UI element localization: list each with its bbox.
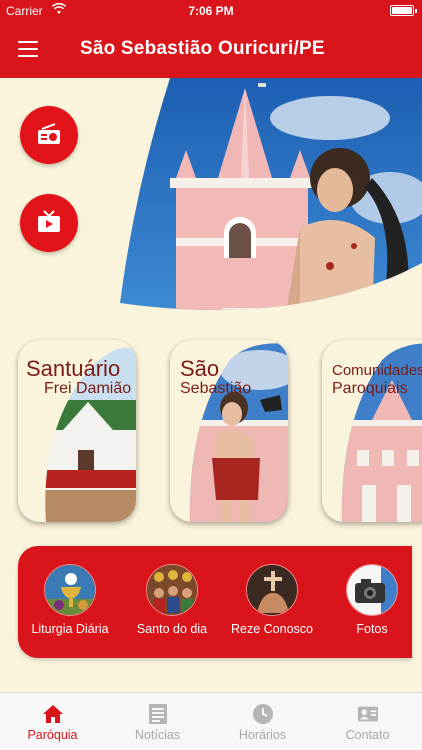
camera-icon: [346, 564, 398, 616]
quick-item-reze-conosco[interactable]: Reze Conosco: [224, 546, 320, 658]
quick-item-label: Reze Conosco: [231, 622, 313, 636]
page-title: São Sebastião Ouricuri/PE: [80, 38, 325, 59]
tv-button[interactable]: [20, 194, 78, 252]
navigation-bar: São Sebastião Ouricuri/PE: [0, 22, 422, 78]
tab-label: Contato: [345, 728, 390, 742]
card-title-line1: Comunidades: [332, 362, 422, 379]
card-title-line2: Paroquiais: [332, 380, 408, 397]
card-title-line2: Frei Damião: [44, 380, 132, 397]
card-comunidades-paroquiais[interactable]: Comunidades Paroquiais: [322, 340, 422, 522]
quick-item-santo-do-dia[interactable]: Santo do dia: [124, 546, 220, 658]
card-title-line2: Sebastião: [180, 380, 252, 397]
hero-banner: [0, 78, 422, 320]
tab-paroquia[interactable]: Paróquia: [0, 693, 105, 750]
quick-item-fotos[interactable]: Fotos: [324, 546, 420, 658]
home-icon: [43, 705, 63, 723]
clock-icon: [253, 704, 273, 724]
hamburger-menu-icon[interactable]: [18, 41, 38, 57]
praying-hands-icon: [246, 564, 298, 616]
quick-item-label: Liturgia Diária: [31, 622, 109, 636]
saints-icon: [146, 564, 198, 616]
tab-bar: Paróquia Notícias Horários Contato: [0, 692, 422, 750]
tab-label: Paróquia: [27, 728, 78, 742]
tab-contato[interactable]: Contato: [315, 693, 420, 750]
quick-access-bar: Liturgia Diária Santo do dia Reze Conosc…: [18, 546, 412, 658]
tab-label: Horários: [238, 728, 287, 742]
tv-icon: [38, 210, 60, 232]
tab-noticias[interactable]: Notícias: [105, 693, 210, 750]
card-santuario-frei-damiao[interactable]: Santuário Frei Damião: [18, 340, 136, 522]
quick-item-liturgia[interactable]: Liturgia Diária: [22, 546, 118, 658]
status-bar: Carrier 7:06 PM: [0, 0, 422, 22]
radio-icon: [38, 123, 60, 144]
tab-label: Notícias: [134, 728, 181, 742]
contact-card-icon: [357, 706, 379, 722]
battery-icon: [390, 5, 417, 16]
clock-time: 7:06 PM: [188, 4, 234, 18]
radio-button[interactable]: [20, 106, 78, 164]
card-title-line1: Santuário: [26, 356, 121, 381]
news-icon: [149, 704, 167, 724]
quick-item-label: Fotos: [356, 622, 388, 636]
card-sao-sebastiao[interactable]: São Sebastião: [170, 340, 288, 522]
tab-horarios[interactable]: Horários: [210, 693, 315, 750]
quick-item-label: Santo do dia: [136, 622, 208, 636]
chalice-icon: [44, 564, 96, 616]
card-title-line1: São: [180, 356, 220, 381]
